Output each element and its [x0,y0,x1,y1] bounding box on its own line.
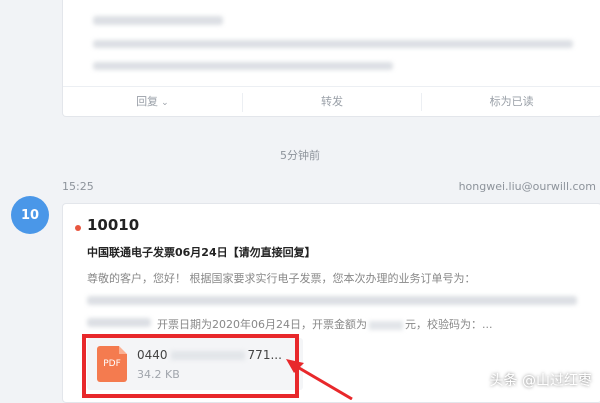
account-email: hongwei.liu@ourwill.com [458,180,596,193]
preview-text-a: 开票日期为2020年06月24日，开票金额为 [157,318,367,331]
blurred-text [87,296,577,305]
blurred-text [93,40,573,48]
reply-button[interactable]: 回复 ⌄ [63,92,243,112]
blurred-text [87,318,151,327]
message-time: 15:25 [62,180,94,193]
annotation-arrow-icon [286,359,353,400]
email-preview-line: 尊敬的客户，您好！ 根据国家要求实行电子发票，您本次办理的业务订单号为： [87,272,476,285]
unread-dot-icon [75,225,81,231]
email-action-bar: 回复 ⌄ 转发 标为已读 [63,86,600,116]
reply-label: 回复 [136,94,159,108]
avatar[interactable]: 10 [11,196,49,234]
blurred-text [93,16,223,25]
mark-read-button[interactable]: 标为已读 [422,93,600,111]
email-subject[interactable]: 中国联通电子发票06月24日【请勿直接回复】 [87,244,316,260]
email-preview-line-2: 开票日期为2020年06月24日，开票金额为 元，校验码为：... [157,316,493,332]
mark-read-label: 标为已读 [489,95,534,108]
forward-button[interactable]: 转发 [243,93,423,111]
previous-email-card[interactable]: 回复 ⌄ 转发 标为已读 [62,0,600,117]
chevron-down-icon: ⌄ [161,97,169,108]
annotation-highlight-box [82,334,299,398]
avatar-text: 10 [20,207,40,223]
time-separator: 5分钟前 [280,149,320,162]
sender-name: 10010 [87,216,140,234]
blurred-text [93,62,393,70]
watermark: 头条 @山过红枣 [489,373,592,389]
forward-label: 转发 [321,95,343,108]
blurred-amount [369,320,403,330]
preview-text-b: 元，校验码为：... [405,318,493,331]
